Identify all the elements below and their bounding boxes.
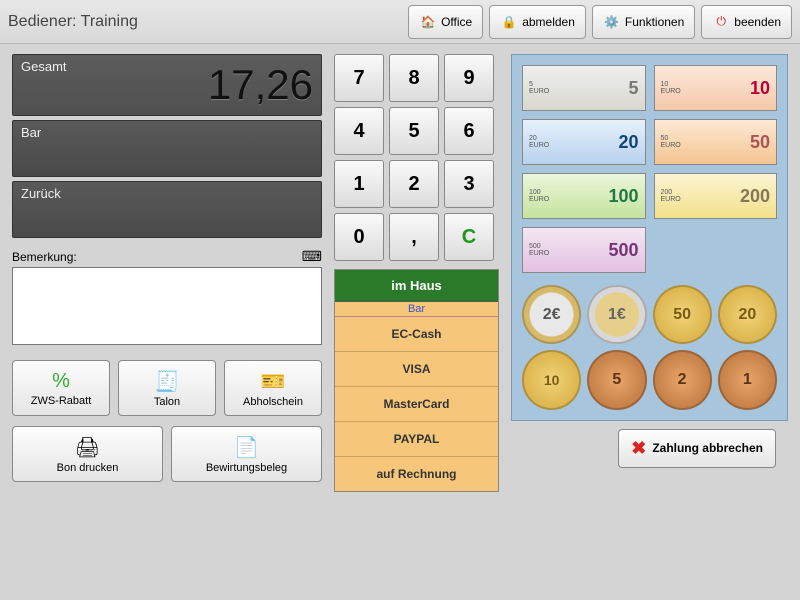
coin-e2[interactable]: 2€ — [522, 285, 581, 344]
total-gesamt: Gesamt 17,26 — [12, 54, 322, 116]
key-,[interactable]: , — [389, 213, 439, 261]
total-zurueck: Zurück — [12, 181, 322, 238]
money-panel: 5EURO510EURO1020EURO2050EURO50100EURO100… — [511, 54, 788, 421]
logout-label: abmelden — [522, 15, 575, 29]
cancel-label: Zahlung abbrechen — [652, 441, 763, 455]
key-7[interactable]: 7 — [334, 54, 384, 102]
percent-icon: % — [52, 370, 70, 393]
bewirtung-label: Bewirtungsbeleg — [206, 462, 287, 474]
coin-c1[interactable]: 1 — [718, 350, 777, 409]
cancel-payment-button[interactable]: ✖ Zahlung abbrechen — [618, 429, 776, 468]
banknote-500[interactable]: 500EURO500 — [522, 227, 646, 273]
remark-label-row: Bemerkung: ⌨ — [12, 248, 322, 265]
operator-name: Training — [81, 13, 138, 30]
banknote-20[interactable]: 20EURO20 — [522, 119, 646, 165]
bon-drucken-button[interactable]: 🖨 Bon drucken — [12, 426, 163, 482]
printer-icon: 🖨 — [75, 435, 100, 460]
bewirtungsbeleg-button[interactable]: 📄 Bewirtungsbeleg — [171, 426, 322, 482]
key-C[interactable]: C — [444, 213, 494, 261]
coin-c50[interactable]: 50 — [653, 285, 712, 344]
key-5[interactable]: 5 — [389, 107, 439, 155]
payment-visa[interactable]: VISA — [335, 352, 498, 387]
banknote-5[interactable]: 5EURO5 — [522, 65, 646, 111]
gesamt-value: 17,26 — [208, 61, 313, 109]
abholschein-label: Abholschein — [243, 396, 303, 408]
banknote-50[interactable]: 50EURO50 — [654, 119, 778, 165]
coin-c5[interactable]: 5 — [587, 350, 646, 409]
key-8[interactable]: 8 — [389, 54, 439, 102]
lock-icon: 🔒 — [500, 13, 518, 31]
office-label: Office — [441, 15, 472, 29]
banknote-100[interactable]: 100EURO100 — [522, 173, 646, 219]
office-button[interactable]: 🏠 Office — [408, 5, 483, 39]
gear-icon: ⚙️ — [603, 13, 621, 31]
banknotes-grid: 5EURO510EURO1020EURO2050EURO50100EURO100… — [522, 65, 777, 273]
action-row-1: % ZWS-Rabatt 🧾 Talon 🎫 Abholschein — [12, 360, 322, 416]
coin-c10[interactable]: 10 — [522, 350, 581, 409]
functions-label: Funktionen — [625, 15, 684, 29]
coin-c2[interactable]: 2 — [653, 350, 712, 409]
key-0[interactable]: 0 — [334, 213, 384, 261]
payment-header[interactable]: im Haus — [335, 270, 498, 302]
document-icon: 📄 — [234, 435, 259, 460]
exit-label: beenden — [734, 15, 781, 29]
numeric-keypad: 789 456 123 0,C — [334, 54, 499, 261]
receipt-icon: 🧾 — [155, 369, 180, 394]
operator-label: Bediener: Training — [8, 13, 402, 31]
coin-e1[interactable]: 1€ — [587, 285, 646, 344]
banknote-10[interactable]: 10EURO10 — [654, 65, 778, 111]
remark-input[interactable] — [12, 267, 322, 345]
left-column: Gesamt 17,26 Bar Zurück Bemerkung: ⌨ % Z… — [12, 54, 322, 492]
cancel-icon: ✖ — [631, 438, 646, 459]
zws-rabatt-button[interactable]: % ZWS-Rabatt — [12, 360, 110, 416]
banknote-200[interactable]: 200EURO200 — [654, 173, 778, 219]
header-bar: Bediener: Training 🏠 Office 🔒 abmelden ⚙… — [0, 0, 800, 44]
gesamt-label: Gesamt — [21, 59, 67, 74]
remark-label: Bemerkung: — [12, 250, 77, 264]
key-2[interactable]: 2 — [389, 160, 439, 208]
bon-label: Bon drucken — [57, 462, 119, 474]
payment-sub-bar[interactable]: Bar — [335, 302, 498, 317]
power-icon: ⏻ — [712, 13, 730, 31]
logout-button[interactable]: 🔒 abmelden — [489, 5, 586, 39]
payment-mastercard[interactable]: MasterCard — [335, 387, 498, 422]
middle-column: 789 456 123 0,C im Haus Bar EC-CashVISAMast… — [334, 54, 499, 492]
action-row-2: 🖨 Bon drucken 📄 Bewirtungsbeleg — [12, 426, 322, 482]
key-3[interactable]: 3 — [444, 160, 494, 208]
coin-c20[interactable]: 20 — [718, 285, 777, 344]
payment-auf-rechnung[interactable]: auf Rechnung — [335, 457, 498, 491]
total-bar: Bar — [12, 120, 322, 177]
payment-ec-cash[interactable]: EC-Cash — [335, 317, 498, 352]
home-icon: 🏠 — [419, 13, 437, 31]
abholschein-button[interactable]: 🎫 Abholschein — [224, 360, 322, 416]
payment-methods: im Haus Bar EC-CashVISAMasterCardPAYPALa… — [334, 269, 499, 492]
key-6[interactable]: 6 — [444, 107, 494, 155]
talon-button[interactable]: 🧾 Talon — [118, 360, 216, 416]
functions-button[interactable]: ⚙️ Funktionen — [592, 5, 695, 39]
operator-prefix: Bediener: — [8, 13, 77, 30]
zws-label: ZWS-Rabatt — [31, 395, 92, 407]
right-column: 5EURO510EURO1020EURO2050EURO50100EURO100… — [511, 54, 788, 492]
key-9[interactable]: 9 — [444, 54, 494, 102]
exit-button[interactable]: ⏻ beenden — [701, 5, 792, 39]
talon-label: Talon — [154, 396, 180, 408]
coins-grid: 2€1€5020 10521 — [522, 285, 777, 410]
key-1[interactable]: 1 — [334, 160, 384, 208]
zurueck-label: Zurück — [21, 186, 61, 201]
key-4[interactable]: 4 — [334, 107, 384, 155]
payment-paypal[interactable]: PAYPAL — [335, 422, 498, 457]
totals-panel: Gesamt 17,26 Bar Zurück — [12, 54, 322, 238]
bar-label: Bar — [21, 125, 41, 140]
ticket-icon: 🎫 — [261, 369, 286, 394]
keyboard-icon[interactable]: ⌨ — [302, 248, 322, 265]
